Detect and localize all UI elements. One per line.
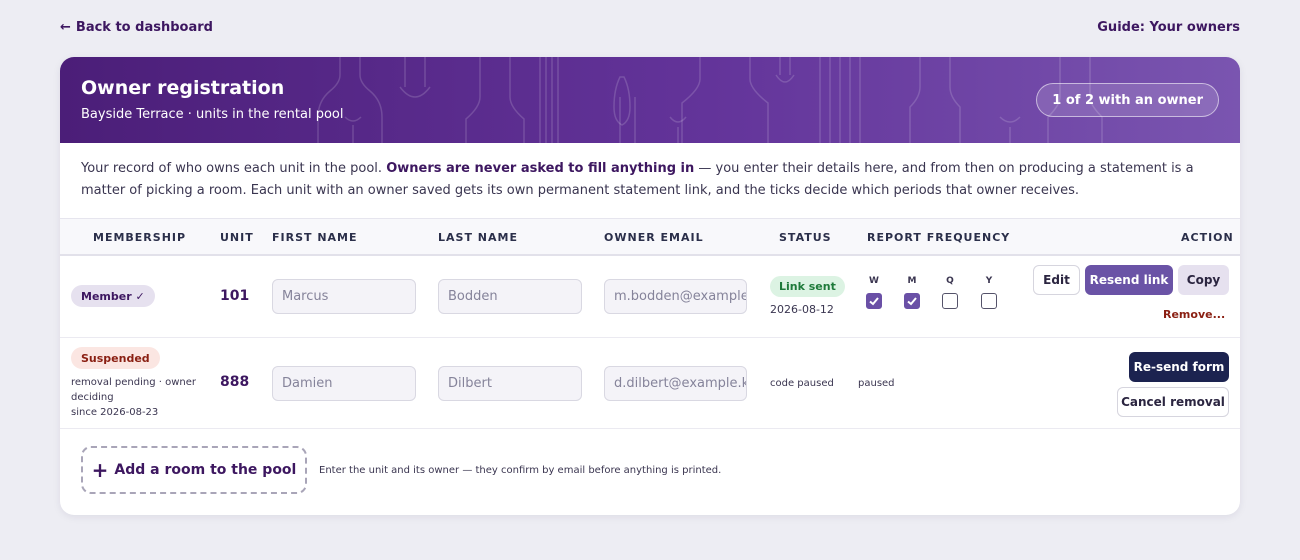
banner: Owner registration Bayside Terrace · uni… xyxy=(60,57,1240,143)
cancel-removal-button[interactable]: Cancel removal xyxy=(1117,387,1229,417)
membership-badge: Suspended xyxy=(71,347,160,369)
weekly-checkbox[interactable] xyxy=(866,293,882,309)
last-name-input[interactable]: Dilbert xyxy=(438,366,582,401)
page-subtitle: Bayside Terrace · units in the rental po… xyxy=(81,107,344,122)
checkmark-icon xyxy=(869,297,879,306)
add-room-label: Add a room to the pool xyxy=(114,462,297,478)
intro-paragraph: Your record of who owns each unit in the… xyxy=(81,158,1211,202)
page-title: Owner registration xyxy=(81,77,285,99)
resend-link-button[interactable]: Resend link xyxy=(1085,265,1173,295)
owner-count-badge: 1 of 2 with an owner xyxy=(1036,83,1219,117)
quarterly-checkbox[interactable] xyxy=(942,293,958,309)
first-name-input[interactable]: Marcus xyxy=(272,279,416,314)
table-row: Member ✓ 101 Marcus Bodden m.bodden@exam… xyxy=(60,256,1240,338)
unit-number: 101 xyxy=(220,288,250,304)
monthly-checkbox[interactable] xyxy=(904,293,920,309)
status-badge: Link sent xyxy=(770,276,845,297)
remove-link[interactable]: Remove... xyxy=(1163,308,1225,321)
suspension-note: removal pending · owner deciding since 2… xyxy=(71,375,201,420)
arrow-left-icon: ← xyxy=(60,20,71,35)
membership-badge: Member ✓ xyxy=(71,285,155,307)
add-room-button[interactable]: + Add a room to the pool xyxy=(81,446,307,494)
add-room-hint: Enter the unit and its owner — they conf… xyxy=(319,465,722,476)
top-nav: ← Back to dashboard Guide: Your owners xyxy=(60,20,1240,38)
status-date: 2026-08-12 xyxy=(770,303,834,316)
yearly-checkbox[interactable] xyxy=(981,293,997,309)
owner-email-input[interactable]: d.dilbert@example.k xyxy=(604,366,747,401)
frequency-status-text: paused xyxy=(858,378,895,389)
edit-button[interactable]: Edit xyxy=(1033,265,1080,295)
header-last-name: LAST NAME xyxy=(438,231,518,244)
owner-email-input[interactable]: m.bodden@example.com xyxy=(604,279,747,314)
suspension-since: since 2026-08-23 xyxy=(71,407,159,418)
guide-link[interactable]: Guide: Your owners xyxy=(1097,20,1240,35)
resend-form-button[interactable]: Re-send form xyxy=(1129,352,1229,382)
plus-icon: + xyxy=(91,458,109,482)
frequency-label-quarterly: Q xyxy=(946,276,954,286)
intro-emphasis: Owners are never asked to fill anything … xyxy=(386,161,695,176)
first-name-input[interactable]: Damien xyxy=(272,366,416,401)
header-owner-email: OWNER EMAIL xyxy=(604,231,704,244)
status-text: code paused xyxy=(770,378,834,389)
back-link-label: Back to dashboard xyxy=(75,20,213,35)
header-membership: MEMBERSHIP xyxy=(93,231,187,244)
header-report-frequency: REPORT FREQUENCY xyxy=(867,231,1011,244)
frequency-label-yearly: Y xyxy=(985,276,993,286)
last-name-input[interactable]: Bodden xyxy=(438,279,582,314)
frequency-label-monthly: M xyxy=(907,276,917,286)
copy-button[interactable]: Copy xyxy=(1178,265,1229,295)
header-unit: UNIT xyxy=(220,231,254,244)
frequency-label-weekly: W xyxy=(869,276,879,286)
header-action: ACTION xyxy=(1181,231,1234,244)
table-header: MEMBERSHIP UNIT FIRST NAME LAST NAME OWN… xyxy=(60,218,1240,256)
table-row: Suspended removal pending · owner decidi… xyxy=(60,338,1240,429)
owner-registration-card: Owner registration Bayside Terrace · uni… xyxy=(60,57,1240,515)
checkmark-icon xyxy=(907,297,917,306)
unit-number: 888 xyxy=(220,374,250,390)
header-status: STATUS xyxy=(779,231,832,244)
header-first-name: FIRST NAME xyxy=(272,231,358,244)
intro-text-before: Your record of who owns each unit in the… xyxy=(81,161,387,176)
back-to-dashboard-link[interactable]: ← Back to dashboard xyxy=(60,20,213,35)
suspension-reason: removal pending · owner deciding xyxy=(71,377,196,403)
